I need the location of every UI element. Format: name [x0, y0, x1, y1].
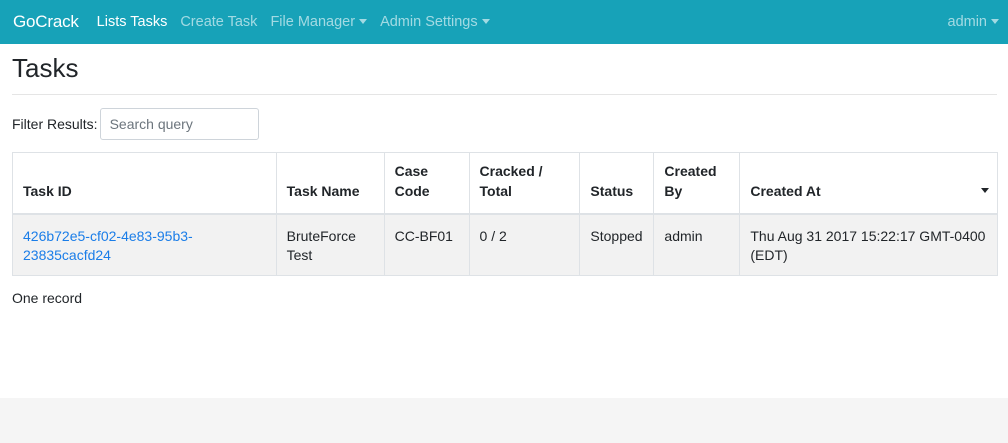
nav-lists-tasks-label: Lists Tasks [96, 14, 168, 30]
column-header-label: Cracked / [479, 162, 543, 179]
record-count: One record [12, 290, 83, 306]
task-id-line: 426b72e5-cf02-4e83-95b3- [23, 227, 193, 244]
nav-create-task-label: Create Task [180, 14, 258, 30]
sort-desc-icon[interactable] [981, 187, 989, 193]
top-navbar: GoCrack Lists Tasks Create Task File Man… [0, 0, 1008, 44]
tasks-table: Task ID Task Name Case Code Cracked / Tota… [12, 152, 998, 276]
nav-lists-tasks[interactable]: Lists Tasks [97, 14, 168, 30]
cell-case-code: CC-BF01 [384, 213, 470, 276]
column-header-label: Total [479, 182, 512, 199]
column-header-created-at[interactable]: Created At [739, 152, 998, 215]
created-at-line: (EDT) [750, 246, 788, 263]
brand-logo[interactable]: GoCrack [13, 12, 79, 32]
page-title: Tasks [12, 44, 997, 95]
user-menu-dropdown[interactable]: admin [947, 14, 999, 30]
column-header-cracked-total[interactable]: Cracked / Total [469, 152, 581, 215]
nav-file-manager-dropdown[interactable]: File Manager [270, 14, 368, 30]
table-row[interactable]: 426b72e5-cf02-4e83-95b3- 23835cacfd24 Bru… [12, 213, 998, 276]
nav-admin-settings-label: Admin Settings [380, 14, 478, 30]
column-header-status[interactable]: Status [579, 152, 655, 215]
main-content: Tasks Filter Results: Task ID Task Name … [12, 44, 998, 306]
chevron-down-icon [481, 19, 490, 24]
column-header-label: Created At [750, 182, 821, 199]
column-header-label: Status [590, 182, 634, 199]
column-header-task-id[interactable]: Task ID [12, 152, 277, 215]
chevron-down-icon [359, 19, 368, 24]
filter-label: Filter Results: [12, 116, 98, 132]
cell-cracked-total: 0 / 2 [469, 213, 581, 276]
cell-created-at: Thu Aug 31 2017 15:22:17 GMT-0400 (EDT) [739, 213, 998, 276]
table-header-row: Task ID Task Name Case Code Cracked / Tota… [12, 152, 998, 215]
column-header-label: Task ID [23, 182, 72, 199]
chevron-down-icon [991, 19, 999, 24]
column-header-label: Task Name [286, 182, 360, 199]
user-menu-label: admin [947, 14, 988, 30]
column-header-label: Created [664, 162, 717, 179]
task-id-link[interactable]: 426b72e5-cf02-4e83-95b3- 23835cacfd24 [23, 228, 193, 263]
task-id-line: 23835cacfd24 [23, 246, 111, 263]
page-footer [0, 398, 1008, 443]
created-at-line: Thu Aug 31 2017 15:22:17 GMT-0400 [750, 227, 986, 244]
column-header-label: Case [394, 162, 429, 179]
task-name-line: BruteForce [286, 227, 356, 244]
cell-created-by: admin [653, 213, 741, 276]
search-input[interactable] [99, 108, 259, 140]
task-name-line: Test [286, 246, 313, 263]
column-header-task-name[interactable]: Task Name [276, 152, 385, 215]
column-header-label: By [664, 182, 683, 199]
cell-task-name: BruteForce Test [276, 213, 385, 276]
column-header-case-code[interactable]: Case Code [384, 152, 470, 215]
cell-task-id: 426b72e5-cf02-4e83-95b3- 23835cacfd24 [12, 213, 277, 276]
nav-create-task[interactable]: Create Task [180, 14, 257, 30]
nav-file-manager-label: File Manager [270, 14, 356, 30]
column-header-created-by[interactable]: Created By [653, 152, 741, 215]
cell-status: Stopped [579, 213, 655, 276]
column-header-label: Code [394, 182, 430, 199]
filter-bar: Filter Results: [12, 108, 259, 140]
nav-admin-settings-dropdown[interactable]: Admin Settings [380, 14, 490, 30]
